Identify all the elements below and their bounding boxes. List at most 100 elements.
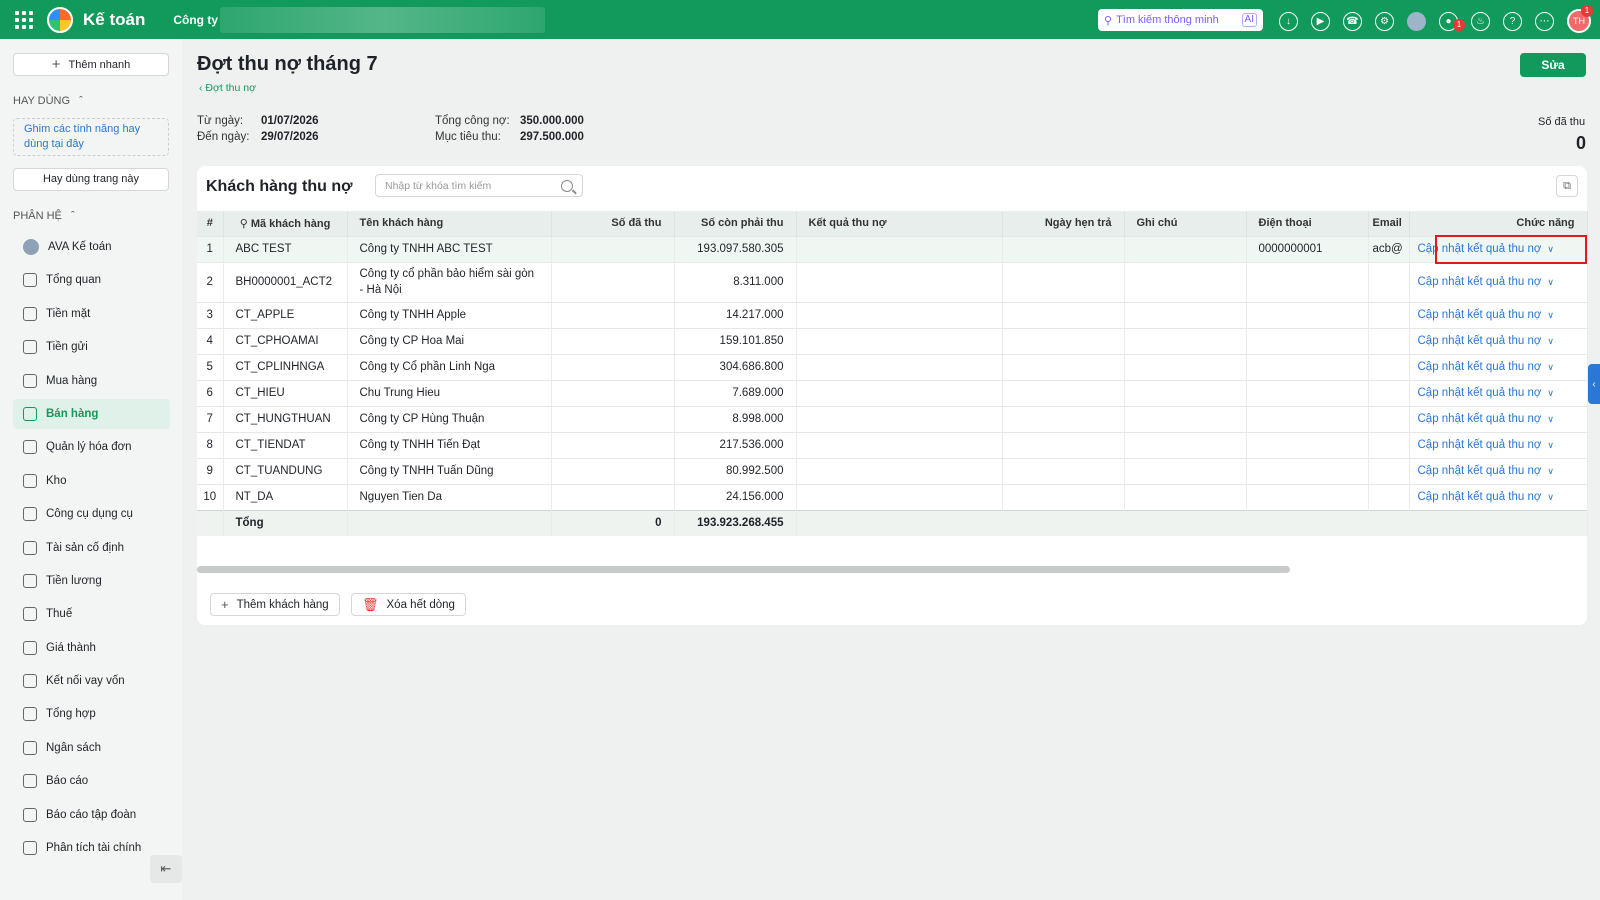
quick-add-button[interactable]: + Thêm nhanh: [13, 53, 169, 76]
update-result-dropdown[interactable]: Cập nhật kết quả thu nợ ∨: [1409, 405, 1588, 432]
col-phone[interactable]: Điện thoại: [1246, 211, 1369, 236]
update-result-dropdown[interactable]: Cập nhật kết quả thu nợ ∨: [1409, 235, 1588, 262]
sidebar-item-5[interactable]: Bán hàng: [13, 398, 170, 429]
col-remaining[interactable]: Số còn phải thu: [674, 211, 797, 236]
cell-paid[interactable]: [551, 457, 675, 484]
cell-code[interactable]: BH0000001_ACT2: [223, 261, 348, 302]
cell-code[interactable]: CT_TIENDAT: [223, 431, 348, 458]
pin-icon[interactable]: ⚲: [240, 218, 248, 230]
cell-paid[interactable]: [551, 379, 675, 406]
cell-paid[interactable]: [551, 301, 675, 328]
cell-name[interactable]: Công ty TNHH Tuấn Dũng: [347, 457, 552, 484]
update-result-dropdown[interactable]: Cập nhật kết quả thu nợ ∨: [1409, 379, 1588, 406]
cell-no[interactable]: 10: [197, 483, 224, 510]
expand-panel-icon[interactable]: ‹: [1588, 364, 1600, 404]
user-avatar[interactable]: TH 1: [1567, 5, 1593, 33]
sidebar-item-2[interactable]: Tiền mặt: [13, 299, 170, 329]
cell-note[interactable]: [1124, 353, 1247, 380]
cell-remaining[interactable]: 193.097.580.305: [674, 235, 797, 262]
sidebar-item-16[interactable]: Báo cáo: [13, 766, 170, 796]
cell-date[interactable]: [1002, 379, 1125, 406]
cell-phone[interactable]: [1246, 431, 1369, 458]
cell-no[interactable]: 4: [197, 327, 224, 354]
table-row[interactable]: 5 CT_CPLINHNGA Công ty Cổ phần Linh Nga 304…: [197, 353, 1588, 380]
col-result[interactable]: Kết quả thu nợ: [796, 211, 1003, 236]
cell-phone[interactable]: 0000000001: [1246, 235, 1369, 262]
cell-note[interactable]: [1124, 235, 1247, 262]
cell-email[interactable]: [1368, 457, 1410, 484]
table-row[interactable]: 7 CT_HUNGTHUAN Công ty CP Hùng Thuận 8.998.…: [197, 405, 1588, 432]
cell-no[interactable]: 9: [197, 457, 224, 484]
cell-email[interactable]: [1368, 379, 1410, 406]
cell-date[interactable]: [1002, 327, 1125, 354]
cell-name[interactable]: Công ty cổ phần bảo hiểm sài gòn - Hà Nộ…: [347, 261, 552, 302]
table-row[interactable]: 1 ABC TEST Công ty TNHH ABC TEST 193.097.58…: [197, 235, 1588, 262]
assistant-avatar-icon[interactable]: [1407, 11, 1426, 31]
cell-code[interactable]: ABC TEST: [223, 235, 348, 262]
apps-grid-icon[interactable]: [15, 10, 33, 29]
col-paid[interactable]: Số đã thu: [551, 211, 675, 236]
sidebar-item-6[interactable]: Quản lý hóa đơn: [13, 432, 170, 462]
cell-phone[interactable]: [1246, 483, 1369, 510]
update-result-dropdown[interactable]: Cập nhật kết quả thu nợ ∨: [1409, 353, 1588, 380]
cell-remaining[interactable]: 7.689.000: [674, 379, 797, 406]
sidebar-item-12[interactable]: Giá thành: [13, 633, 170, 663]
cell-remaining[interactable]: 80.992.500: [674, 457, 797, 484]
cell-result[interactable]: [796, 327, 1003, 354]
cell-no[interactable]: 3: [197, 301, 224, 328]
horizontal-scrollbar[interactable]: [197, 566, 1290, 573]
cell-note[interactable]: [1124, 301, 1247, 328]
col-email[interactable]: Email: [1368, 211, 1410, 236]
update-result-dropdown[interactable]: Cập nhật kết quả thu nợ ∨: [1409, 261, 1588, 302]
cell-name[interactable]: Chu Trung Hieu: [347, 379, 552, 406]
cell-phone[interactable]: [1246, 261, 1369, 302]
cell-code[interactable]: CT_APPLE: [223, 301, 348, 328]
cell-email[interactable]: [1368, 353, 1410, 380]
add-customer-button[interactable]: + Thêm khách hàng: [210, 593, 340, 616]
cell-date[interactable]: [1002, 457, 1125, 484]
cell-code[interactable]: CT_HUNGTHUAN: [223, 405, 348, 432]
table-row[interactable]: 8 CT_TIENDAT Công ty TNHH Tiến Đạt 217.536.…: [197, 431, 1588, 458]
frequent-section-title[interactable]: HAY DÙNG ˆ: [13, 95, 83, 107]
col-due-date[interactable]: Ngày hẹn trả: [1002, 211, 1125, 236]
cell-result[interactable]: [796, 405, 1003, 432]
cell-name[interactable]: Công ty CP Hùng Thuận: [347, 405, 552, 432]
cell-no[interactable]: 8: [197, 431, 224, 458]
cell-date[interactable]: [1002, 261, 1125, 302]
cell-remaining[interactable]: 8.998.000: [674, 405, 797, 432]
sidebar-item-10[interactable]: Tiền lương: [13, 566, 170, 596]
company-name[interactable]: Công ty: [173, 13, 218, 27]
cell-remaining[interactable]: 217.536.000: [674, 431, 797, 458]
sidebar-item-18[interactable]: Phân tích tài chính: [13, 833, 170, 863]
help-icon[interactable]: ?: [1503, 11, 1522, 31]
cell-paid[interactable]: [551, 353, 675, 380]
cell-code[interactable]: CT_TUANDUNG: [223, 457, 348, 484]
cell-phone[interactable]: [1246, 379, 1369, 406]
cell-code[interactable]: CT_HIEU: [223, 379, 348, 406]
back-link[interactable]: ‹ Đợt thu nợ: [199, 82, 256, 94]
cell-date[interactable]: [1002, 431, 1125, 458]
cell-remaining[interactable]: 24.156.000: [674, 483, 797, 510]
cell-paid[interactable]: [551, 405, 675, 432]
cell-code[interactable]: CT_CPLINHNGA: [223, 353, 348, 380]
cell-no[interactable]: 6: [197, 379, 224, 406]
cell-phone[interactable]: [1246, 405, 1369, 432]
cell-note[interactable]: [1124, 261, 1247, 302]
download-icon[interactable]: ↓: [1279, 11, 1298, 31]
cell-email[interactable]: [1368, 405, 1410, 432]
table-row[interactable]: 3 CT_APPLE Công ty TNHH Apple 14.217.000 Cập…: [197, 301, 1588, 328]
table-row[interactable]: 9 CT_TUANDUNG Công ty TNHH Tuấn Dũng 80.992…: [197, 457, 1588, 484]
cell-date[interactable]: [1002, 353, 1125, 380]
cell-paid[interactable]: [551, 483, 675, 510]
cell-remaining[interactable]: 14.217.000: [674, 301, 797, 328]
cell-name[interactable]: Nguyen Tien Da: [347, 483, 552, 510]
cell-remaining[interactable]: 304.686.800: [674, 353, 797, 380]
cell-date[interactable]: [1002, 483, 1125, 510]
cell-name[interactable]: Công ty CP Hoa Mai: [347, 327, 552, 354]
cell-no[interactable]: 2: [197, 261, 224, 302]
cell-note[interactable]: [1124, 457, 1247, 484]
table-row[interactable]: 10 NT_DA Nguyen Tien Da 24.156.000 Cập nhật …: [197, 483, 1588, 510]
cell-email[interactable]: [1368, 301, 1410, 328]
cell-email[interactable]: [1368, 327, 1410, 354]
cell-code[interactable]: CT_CPHOAMAI: [223, 327, 348, 354]
